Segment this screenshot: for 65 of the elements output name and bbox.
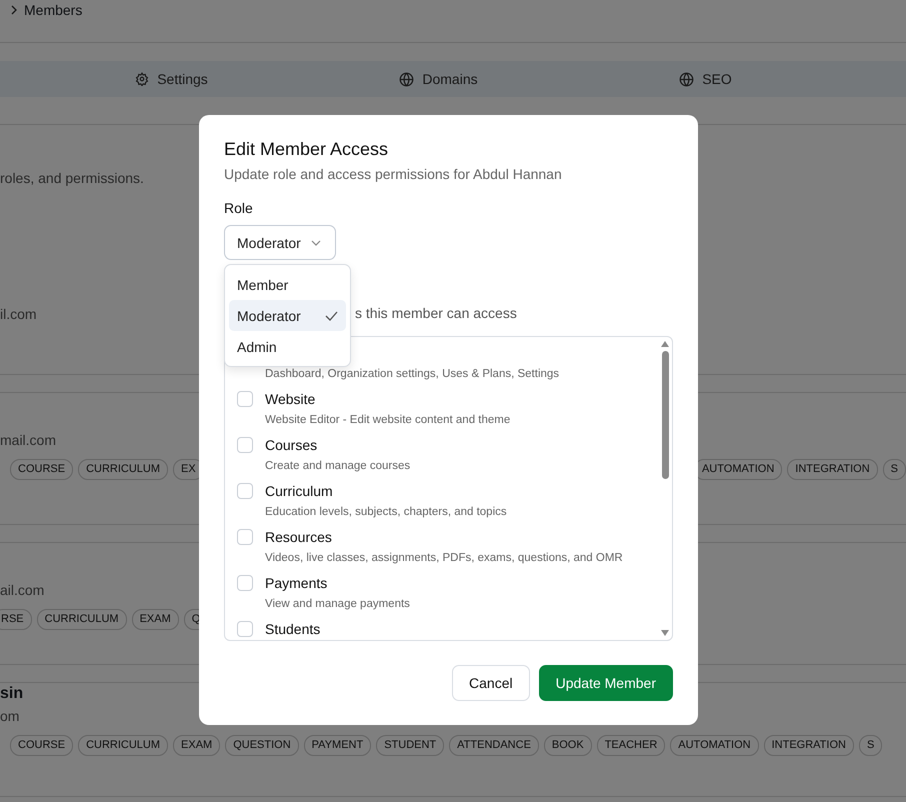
permission-description: Create and manage courses — [265, 459, 410, 474]
scroll-down-icon[interactable] — [661, 630, 669, 636]
tab[interactable]: SEO — [572, 61, 839, 97]
scroll-up-icon[interactable] — [661, 341, 669, 347]
update-button[interactable]: Update Member — [538, 665, 673, 701]
chevron-right-icon — [10, 5, 18, 15]
chevron-down-icon — [310, 240, 321, 246]
permission-title: Curriculum — [265, 482, 334, 500]
permission-tag: STUDENT — [376, 735, 444, 756]
permission-description: Website Editor - Edit website content and theme — [265, 413, 510, 428]
globe-icon — [679, 72, 694, 86]
permission-tag: PAYMENT — [304, 735, 372, 756]
scrollbar-thumb[interactable] — [662, 351, 668, 479]
checkbox[interactable] — [237, 437, 253, 453]
permission-description: Videos, live classes, assignments, PDFs, exams, questions, and OMR — [265, 551, 623, 566]
member-email: ail.com — [0, 581, 44, 600]
role-option[interactable]: Member — [229, 269, 346, 300]
globe-icon — [399, 72, 414, 86]
permissions-hint: s this member can access — [355, 304, 518, 322]
gear-icon — [135, 72, 150, 86]
permission-title: Students — [265, 620, 320, 638]
permission-tag: RSE — [0, 609, 32, 630]
permission-tag: AUTOMATION — [670, 735, 759, 756]
checkbox[interactable] — [237, 391, 253, 407]
member-email: il.com — [0, 305, 37, 324]
permission-tag: CURRICULUM — [78, 459, 168, 480]
permission-tag: BOOK — [544, 735, 592, 756]
permission-tag: ATTENDANCE — [449, 735, 539, 756]
permission-tag: EXAM — [173, 735, 220, 756]
permission-title: Payments — [265, 574, 328, 592]
permission-tag: CURRICULUM — [78, 735, 168, 756]
permission-title: Courses — [265, 436, 318, 454]
role-select[interactable]: Moderator — [224, 225, 336, 260]
role-label: Role — [224, 199, 254, 217]
cancel-button[interactable]: Cancel — [452, 665, 530, 701]
checkbox[interactable] — [237, 529, 253, 545]
dialog-title: Edit Member Access — [224, 138, 390, 161]
permission-tag: INTEGRATION — [764, 735, 854, 756]
role-option[interactable]: Moderator — [229, 300, 346, 331]
member-email: om — [0, 707, 20, 726]
check-icon — [325, 310, 338, 320]
permission-tag: QUESTION — [225, 735, 299, 756]
member-email: mail.com — [0, 431, 56, 450]
permission-tag: CURRICULUM — [36, 609, 127, 630]
permission-description: View and manage payments — [265, 597, 410, 612]
permission-tag: EXAM — [132, 609, 179, 630]
permission-tag: TEACHER — [596, 735, 666, 756]
permission-tag: COURSE — [10, 459, 74, 480]
permission-tag: S — [858, 735, 882, 756]
permission-tag: INTEGRATION — [787, 459, 878, 480]
permission-tag: S — [882, 459, 906, 480]
permission-description: Education levels, subjects, chapters, and topics — [265, 505, 507, 520]
permission-title: Resources — [265, 528, 333, 546]
breadcrumb-item[interactable]: Members — [24, 2, 82, 18]
checkbox[interactable] — [237, 621, 253, 637]
member-name: sin — [0, 684, 24, 704]
dialog-subtitle: Update role and access permissions for Abdul Hannan — [224, 165, 563, 183]
tab[interactable]: Settings — [38, 61, 305, 97]
permission-tag: COURSE — [10, 735, 74, 756]
checkbox[interactable] — [237, 483, 253, 499]
role-option[interactable]: Admin — [229, 331, 346, 362]
tab[interactable]: Domains — [305, 61, 572, 97]
permission-title: Website — [265, 390, 316, 408]
permission-description: Dashboard, Organization settings, Uses & Plans, Settings — [265, 367, 560, 382]
checkbox[interactable] — [237, 575, 253, 591]
